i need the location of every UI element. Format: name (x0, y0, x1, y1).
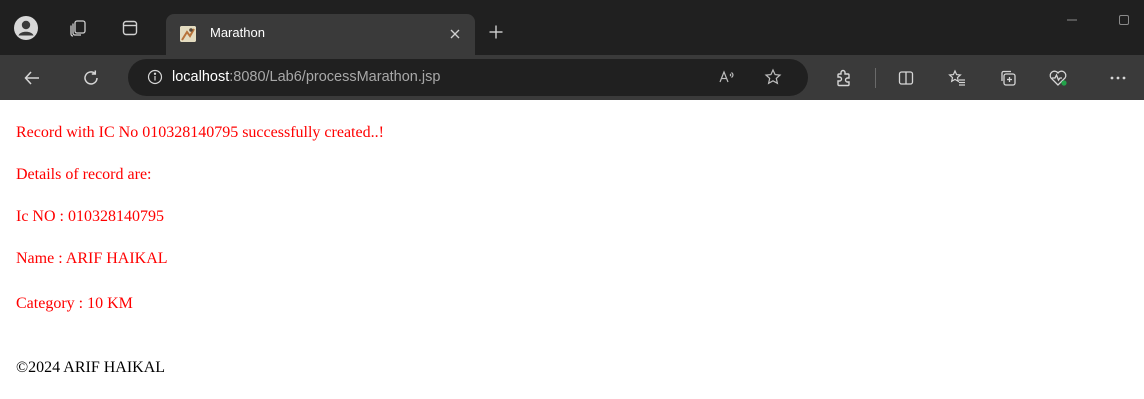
detail-category: Category : 10 KM (16, 295, 133, 312)
url-path: :8080/Lab6/processMarathon.jsp (229, 69, 441, 85)
detail-ic-no: Ic NO : 010328140795 (16, 208, 164, 225)
copyright-footer: ©2024 ARIF HAIKAL (16, 359, 166, 376)
favorite-star-icon[interactable] (758, 62, 788, 92)
tab-marathon[interactable]: Marathon (166, 14, 475, 55)
refresh-icon[interactable] (74, 61, 108, 95)
extensions-icon[interactable] (827, 61, 861, 95)
tab-favicon-icon (180, 26, 196, 42)
split-screen-icon[interactable] (889, 61, 923, 95)
tab-title: Marathon (210, 25, 265, 40)
browser-essentials-icon[interactable] (1041, 61, 1075, 95)
maximize-icon[interactable] (1112, 8, 1136, 32)
page-viewport: Record with IC No 010328140795 successfu… (6, 100, 1144, 399)
profile-avatar-icon[interactable] (10, 12, 42, 44)
more-options-icon[interactable] (1101, 61, 1135, 95)
workspaces-icon[interactable] (62, 12, 94, 44)
address-bar[interactable]: localhost:8080/Lab6/processMarathon.jsp (128, 59, 808, 96)
detail-name: Name : ARIF HAIKAL (16, 250, 168, 267)
minimize-icon[interactable] (1060, 8, 1084, 32)
success-message: Record with IC No 010328140795 successfu… (16, 124, 384, 141)
site-info-icon[interactable] (140, 62, 170, 92)
favorites-icon[interactable] (940, 61, 974, 95)
details-heading: Details of record are: (16, 166, 152, 183)
new-tab-icon[interactable] (482, 18, 510, 46)
browser-toolbar: localhost:8080/Lab6/processMarathon.jsp (0, 55, 1144, 100)
tab-actions-icon[interactable] (114, 12, 146, 44)
address-url[interactable]: localhost:8080/Lab6/processMarathon.jsp (172, 69, 440, 85)
toolbar-separator (875, 68, 876, 88)
tab-close-icon[interactable] (445, 24, 465, 44)
collections-icon[interactable] (991, 61, 1025, 95)
back-icon[interactable] (15, 61, 49, 95)
browser-title-bar: Marathon (0, 0, 1144, 55)
read-aloud-icon[interactable] (712, 62, 742, 92)
url-host: localhost (172, 69, 230, 85)
